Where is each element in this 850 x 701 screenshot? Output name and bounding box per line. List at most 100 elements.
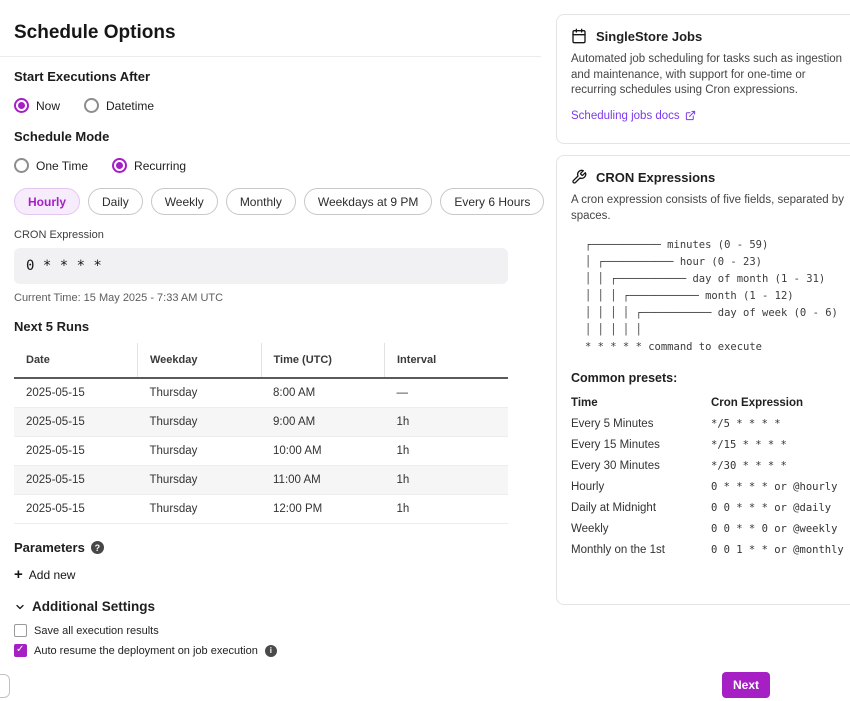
jobs-panel-title: SingleStore Jobs [596,29,702,44]
current-time-text: Current Time: 15 May 2025 - 7:33 AM UTC [14,292,508,304]
next-runs-title: Next 5 Runs [14,319,508,334]
additional-settings-label: Additional Settings [32,599,155,614]
info-icon[interactable]: i [265,645,277,657]
preset-expression: 0 * * * * or @hourly [711,481,850,493]
cell-time: 8:00 AM [261,378,385,408]
cell-time: 10:00 AM [261,437,385,466]
cell-weekday: Thursday [138,378,262,408]
chevron-down-icon [14,601,26,613]
preset-expression: */30 * * * * [711,460,850,472]
preset-expression: */5 * * * * [711,418,850,430]
radio-datetime-control [84,98,99,113]
cell-date: 2025-05-15 [14,437,138,466]
cron-presets-table: Time Cron Expression Every 5 Minutes */5… [571,397,850,556]
cron-panel-header: CRON Expressions [571,169,850,185]
add-new-button[interactable]: + Add new [14,568,75,582]
wrench-icon [571,169,587,185]
table-row: 2025-05-15 Thursday 8:00 AM — [14,378,508,408]
cron-expression-input[interactable] [14,248,508,284]
radio-datetime[interactable]: Datetime [84,98,154,113]
checkbox-auto-resume-label: Auto resume the deployment on job execut… [34,645,258,657]
parameters-header: Parameters ? [14,540,508,555]
radio-one-time[interactable]: One Time [14,158,88,173]
chip-monthly[interactable]: Monthly [226,188,296,215]
cell-date: 2025-05-15 [14,495,138,524]
cron-fields-diagram: ┌─────────── minutes (0 - 59) │ ┌───────… [585,237,850,356]
preset-time: Every 5 Minutes [571,418,711,430]
cell-date: 2025-05-15 [14,408,138,437]
chip-every-6-hours[interactable]: Every 6 Hours [440,188,544,215]
preset-time: Every 15 Minutes [571,439,711,451]
table-header-row: Date Weekday Time (UTC) Interval [14,343,508,378]
checkbox-save-results-control [14,624,27,637]
table-row: 2025-05-15 Thursday 11:00 AM 1h [14,466,508,495]
col-weekday: Weekday [138,343,262,378]
plus-icon: + [14,569,23,581]
preset-time: Hourly [571,481,711,493]
radio-now[interactable]: Now [14,98,60,113]
checkbox-save-results-label: Save all execution results [34,625,159,637]
presets-col-expression: Cron Expression [711,397,850,409]
singlestore-jobs-panel: SingleStore Jobs Automated job schedulin… [556,14,850,144]
jobs-panel-header: SingleStore Jobs [571,28,850,44]
scheduling-docs-link[interactable]: Scheduling jobs docs [571,110,696,122]
start-executions-radio-group: Now Datetime [14,98,508,113]
chip-weekdays-9pm[interactable]: Weekdays at 9 PM [304,188,433,215]
schedule-form: Schedule Options Start Executions After … [14,0,508,657]
external-link-icon [685,110,696,121]
col-time-utc: Time (UTC) [261,343,385,378]
preset-time: Daily at Midnight [571,502,711,514]
cell-weekday: Thursday [138,408,262,437]
checkbox-auto-resume[interactable]: Auto resume the deployment on job execut… [14,644,508,657]
table-row: 2025-05-15 Thursday 10:00 AM 1h [14,437,508,466]
page-title: Schedule Options [14,0,508,44]
cell-weekday: Thursday [138,437,262,466]
cell-time: 12:00 PM [261,495,385,524]
parameters-label: Parameters [14,540,85,555]
cell-interval: 1h [385,466,509,495]
next-runs-table: Date Weekday Time (UTC) Interval 2025-05… [14,343,508,524]
chip-daily[interactable]: Daily [88,188,143,215]
cron-panel-description: A cron expression consists of five field… [571,193,849,224]
radio-one-time-control [14,158,29,173]
preset-expression: */15 * * * * [711,439,850,451]
table-row: 2025-05-15 Thursday 12:00 PM 1h [14,495,508,524]
cell-weekday: Thursday [138,466,262,495]
preset-time: Monthly on the 1st [571,544,711,556]
col-date: Date [14,343,138,378]
scheduling-docs-link-label: Scheduling jobs docs [571,110,680,122]
checkbox-save-results[interactable]: Save all execution results [14,624,508,637]
start-executions-label: Start Executions After [14,69,508,85]
presets-col-time: Time [571,397,711,409]
preset-expression: 0 0 * * * or @daily [711,502,850,514]
checkbox-auto-resume-control [14,644,27,657]
radio-now-control [14,98,29,113]
radio-datetime-label: Datetime [106,99,154,113]
jobs-panel-description: Automated job scheduling for tasks such … [571,52,849,99]
cell-interval: 1h [385,437,509,466]
cell-interval: 1h [385,495,509,524]
radio-recurring[interactable]: Recurring [112,158,186,173]
schedule-mode-radio-group: One Time Recurring [14,158,508,173]
table-row: 2025-05-15 Thursday 9:00 AM 1h [14,408,508,437]
cron-expression-label: CRON Expression [14,229,508,241]
cell-date: 2025-05-15 [14,378,138,408]
preset-expression: 0 0 * * 0 or @weekly [711,523,850,535]
cell-interval: 1h [385,408,509,437]
next-button[interactable]: Next [722,672,770,698]
chip-hourly[interactable]: Hourly [14,188,80,215]
cell-time: 9:00 AM [261,408,385,437]
chip-weekly[interactable]: Weekly [151,188,218,215]
cell-date: 2025-05-15 [14,466,138,495]
question-icon[interactable]: ? [91,541,104,554]
radio-now-label: Now [36,99,60,113]
radio-recurring-control [112,158,127,173]
partial-left-button[interactable] [0,674,10,698]
schedule-mode-label: Schedule Mode [14,129,508,145]
cron-panel-title: CRON Expressions [596,170,715,185]
preset-chip-group: Hourly Daily Weekly Monthly Weekdays at … [14,188,508,215]
preset-time: Every 30 Minutes [571,460,711,472]
cell-weekday: Thursday [138,495,262,524]
additional-settings-toggle[interactable]: Additional Settings [14,599,508,614]
schedule-options-screen: Schedule Options Start Executions After … [0,0,850,701]
